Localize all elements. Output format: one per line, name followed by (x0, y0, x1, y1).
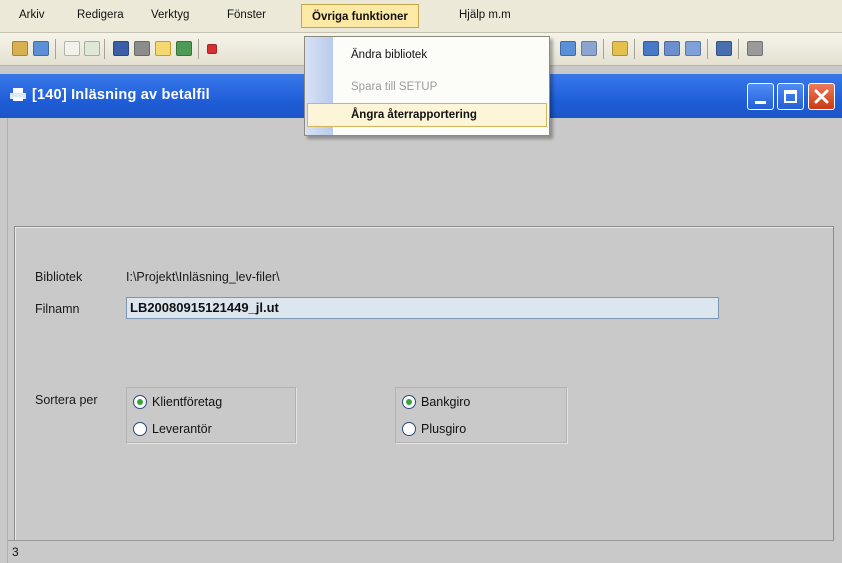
info-icon[interactable] (664, 41, 680, 56)
exit-icon[interactable] (12, 41, 28, 56)
menu-redigera[interactable]: Redigera (77, 9, 124, 21)
menu-arkiv[interactable]: Arkiv (19, 9, 45, 21)
radio-leverantor-label: Leverantör (152, 422, 212, 436)
search-icon[interactable] (155, 41, 171, 56)
refresh-icon[interactable] (176, 41, 192, 56)
maximize-icon (784, 90, 797, 103)
radio-bankgiro-label: Bankgiro (421, 395, 471, 409)
settings-icon[interactable] (747, 41, 763, 56)
toolbar-separator (634, 39, 635, 59)
radio-checked-icon (402, 395, 416, 409)
status-bar: 3 (8, 540, 834, 561)
undo-icon[interactable] (84, 41, 100, 56)
radio-klientforetag-label: Klientföretag (152, 395, 223, 409)
radio-checked-icon (133, 395, 147, 409)
status-text: 3 (12, 545, 19, 559)
close-button[interactable] (808, 83, 835, 110)
toolbar-separator (603, 39, 604, 59)
minimize-button[interactable] (747, 83, 774, 110)
window-left-border (0, 118, 8, 563)
new-document-icon[interactable] (64, 41, 80, 56)
toolbar-separator (198, 39, 199, 59)
table-icon[interactable] (581, 41, 597, 56)
bibliotek-label: Bibliotek (35, 270, 83, 284)
screen-icon[interactable] (685, 41, 701, 56)
printer-icon (10, 88, 26, 101)
maximize-button[interactable] (777, 83, 804, 110)
note-icon[interactable] (612, 41, 628, 56)
save-icon[interactable] (113, 41, 129, 56)
filnamn-input[interactable]: LB20080915121449_jl.ut (126, 297, 719, 319)
filnamn-label: Filnamn (35, 302, 80, 316)
window-icon[interactable] (33, 41, 49, 56)
menu-fonster[interactable]: Fönster (227, 9, 266, 21)
menu-item-angra-aterrapportering[interactable]: Ångra återrapportering (351, 109, 477, 121)
bibliotek-value: I:\Projekt\Inläsning_lev-filer\ (126, 270, 280, 284)
monitor-icon[interactable] (716, 41, 732, 56)
menu-bar: Arkiv Redigera Verktyg Fönster Övriga fu… (0, 0, 842, 33)
toolbar-separator (55, 39, 56, 59)
menu-verktyg[interactable]: Verktyg (151, 9, 189, 21)
radio-plusgiro-label: Plusgiro (421, 422, 467, 436)
toolbar-separator (738, 39, 739, 59)
close-icon (814, 89, 829, 104)
help-icon[interactable] (643, 41, 659, 56)
print-icon[interactable] (134, 41, 150, 56)
toolbar-separator (104, 39, 105, 59)
sortera-per-label: Sortera per (35, 393, 98, 407)
minimize-icon (755, 101, 766, 104)
stop-icon[interactable] (207, 44, 217, 54)
menu-item-spara-till-setup[interactable]: Spara till SETUP (351, 81, 437, 93)
list-icon[interactable] (560, 41, 576, 56)
ovriga-funktioner-dropdown: Ändra bibliotek Spara till SETUP Ångra å… (304, 36, 550, 136)
menu-hjalp[interactable]: Hjälp m.m (459, 9, 511, 21)
window-title: [140] Inläsning av betalfil (32, 87, 210, 103)
radio-unchecked-icon (133, 422, 147, 436)
menu-item-andra-bibliotek[interactable]: Ändra bibliotek (351, 49, 427, 61)
menu-ovriga-funktioner[interactable]: Övriga funktioner (301, 4, 419, 28)
radio-unchecked-icon (402, 422, 416, 436)
toolbar-separator (707, 39, 708, 59)
